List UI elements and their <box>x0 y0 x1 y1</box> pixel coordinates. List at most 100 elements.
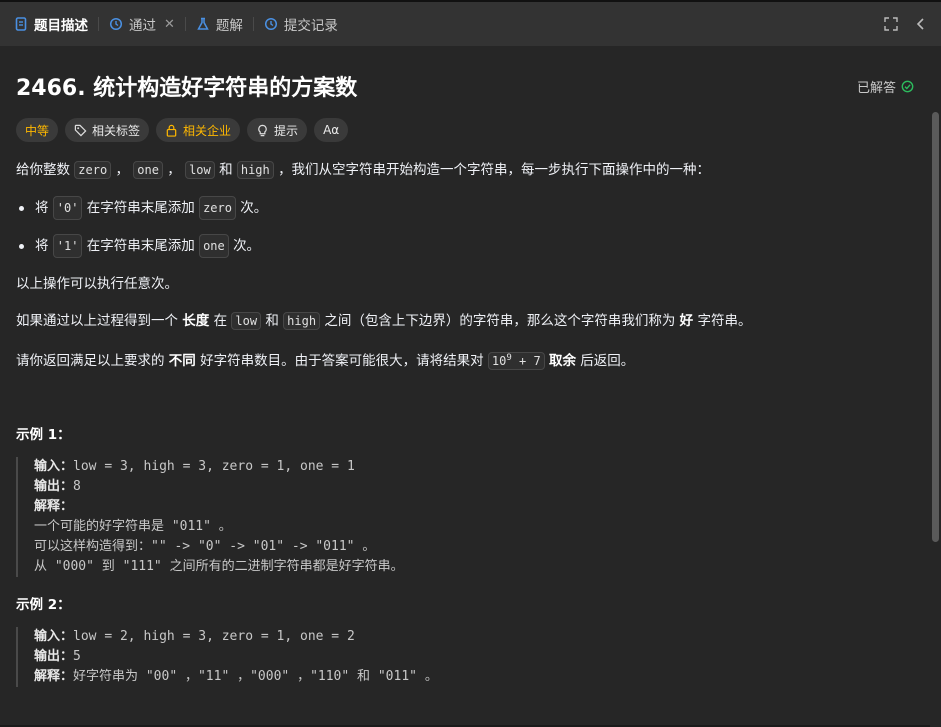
expand-button[interactable] <box>879 12 903 36</box>
label: 输入： <box>34 459 74 474</box>
text: 10 <box>491 354 507 368</box>
tab-bar: 题目描述 通过 ✕ 题解 提交记录 <box>0 2 941 46</box>
text: 在字符串末尾添加 <box>86 200 195 216</box>
text: 请你返回满足以上要求的 <box>16 353 165 369</box>
text: 后返回。 <box>580 353 635 369</box>
solved-label: 已解答 <box>856 80 896 96</box>
check-circle-icon <box>901 80 914 92</box>
tab-divider <box>252 17 254 31</box>
inline-code: zero <box>74 161 112 179</box>
solved-status: 已解答 <box>857 77 914 96</box>
example-line: 解释： <box>34 497 914 517</box>
text: ， <box>115 162 130 178</box>
example-block: 输入：low = 3, high = 3, zero = 1, one = 1 … <box>16 457 914 577</box>
lightbulb-icon <box>258 124 267 136</box>
inline-code: one <box>199 234 229 258</box>
scrollbar[interactable] <box>930 48 941 727</box>
expand-icon <box>884 17 898 31</box>
tab-label: 通过 <box>129 18 156 34</box>
example-block: 输入：low = 2, high = 3, zero = 1, one = 2 … <box>16 627 914 687</box>
example-title: 示例 2： <box>16 597 71 613</box>
label: 解释： <box>34 669 74 684</box>
bold-text: 好 <box>679 313 694 329</box>
text: 在 <box>213 313 228 329</box>
topics-tag-button[interactable]: 相关标签 <box>65 118 150 142</box>
label: 输出： <box>34 479 74 494</box>
bullet-dot <box>19 205 24 211</box>
example-line: 输入：low = 2, high = 3, zero = 1, one = 2 <box>34 627 914 647</box>
font-icon: Aα <box>323 123 340 137</box>
inline-code: 109 + 7 <box>487 352 545 370</box>
text: 将 <box>35 238 49 254</box>
bold-text: 取余 <box>548 353 576 369</box>
collapse-button[interactable] <box>909 12 933 36</box>
example-line: 可以这样构造得到："" -> "0" -> "01" -> "011" 。 <box>34 539 376 554</box>
lock-icon <box>166 124 177 137</box>
example-line: 输入：low = 3, high = 3, zero = 1, one = 1 <box>34 457 914 477</box>
text: 将 <box>35 200 49 216</box>
text: ， <box>167 162 181 178</box>
inline-code: high <box>283 312 321 330</box>
inline-code: zero <box>199 196 236 220</box>
inline-code: high <box>236 161 274 179</box>
description-content: 2466. 统计构造好字符串的方案数 已解答 中等 相关标签 相关企业 提示 A… <box>0 48 930 727</box>
example-line: 从 "000" 到 "111" 之间所有的二进制字符串都是好字符串。 <box>34 559 404 574</box>
paragraph: 如果通过以上过程得到一个 长度 在 low 和 high 之间（包含上下边界）的… <box>16 311 914 331</box>
tab-submissions[interactable]: 提交记录 <box>260 2 342 46</box>
inline-code: low <box>231 312 262 330</box>
text: ，我们从空字符串开始构造一个字符串，每一步执行下面操作中的一种： <box>278 162 711 178</box>
example-line: 一个可能的好字符串是 "011" 。 <box>34 519 232 534</box>
companies-tag-button[interactable]: 相关企业 <box>156 118 241 142</box>
tag-row: 中等 相关标签 相关企业 提示 Aα <box>16 118 914 142</box>
paragraph: 以上操作可以执行任意次。 <box>16 276 178 292</box>
text: 和 <box>265 313 279 329</box>
example-line: 输出：8 <box>34 477 914 497</box>
text: 次。 <box>240 200 268 216</box>
text: 次。 <box>233 238 261 254</box>
list-item: 将 '1' 在字符串末尾添加 one 次。 <box>16 234 914 258</box>
label: 解释： <box>34 499 74 514</box>
text: 之间（包含上下边界）的字符串，那么这个字符串我们称为 <box>324 313 676 329</box>
paragraph: 请你返回满足以上要求的 不同 好字符串数目。由于答案可能很大，请将结果对 109… <box>16 348 914 371</box>
tab-label: 提交记录 <box>283 18 338 34</box>
bold-text: 长度 <box>182 313 210 329</box>
tab-solutions[interactable]: 题解 <box>192 2 247 46</box>
document-icon <box>15 17 27 31</box>
hint-button[interactable]: 提示 <box>247 118 308 142</box>
inline-code: '1' <box>52 234 83 258</box>
font-size-button[interactable]: Aα <box>314 118 349 142</box>
text: 给你整数 <box>16 162 70 178</box>
chevron-left-icon <box>916 18 924 30</box>
tab-description[interactable]: 题目描述 <box>10 2 92 46</box>
problem-description: 给你整数 zero ， one ， low 和 high ，我们从空字符串开始构… <box>16 160 914 371</box>
hint-label: 提示 <box>274 123 299 138</box>
tab-accepted[interactable]: 通过 ✕ <box>105 2 179 46</box>
scrollbar-thumb[interactable] <box>932 112 939 542</box>
history-icon <box>264 17 277 31</box>
close-icon[interactable]: ✕ <box>164 17 175 32</box>
tab-divider <box>98 17 99 31</box>
value: 5 <box>73 649 81 664</box>
tab-divider <box>184 17 186 31</box>
label: 输入： <box>34 629 74 644</box>
text: 和 <box>219 162 233 178</box>
text: 在字符串末尾添加 <box>86 238 195 254</box>
intro-paragraph: 给你整数 zero ， one ， low 和 high ，我们从空字符串开始构… <box>16 160 914 180</box>
example-line: 解释：好字符串为 "00" ，"11" ，"000" ，"110" 和 "011… <box>34 667 914 687</box>
inline-code: one <box>133 161 163 179</box>
flask-icon <box>197 17 209 30</box>
inline-code: low <box>185 161 215 179</box>
page-title[interactable]: 2466. 统计构造好字符串的方案数 <box>16 70 357 102</box>
topics-label: 相关标签 <box>92 123 141 138</box>
tab-label: 题目描述 <box>34 18 88 34</box>
example-line: 输出：5 <box>34 647 914 667</box>
problem-panel: 题目描述 通过 ✕ 题解 提交记录 2466. 统计构造好字符串的方案数 已解答… <box>0 0 941 727</box>
text: 如果通过以上过程得到一个 <box>16 313 178 329</box>
history-icon <box>109 17 123 31</box>
tab-label: 题解 <box>215 18 243 34</box>
bold-text: 不同 <box>168 353 196 369</box>
text: 好字符串数目。由于答案可能很大，请将结果对 <box>200 353 484 369</box>
difficulty-badge: 中等 <box>16 118 59 142</box>
value: low = 2, high = 3, zero = 1, one = 2 <box>73 629 355 644</box>
text: + 7 <box>511 354 541 368</box>
